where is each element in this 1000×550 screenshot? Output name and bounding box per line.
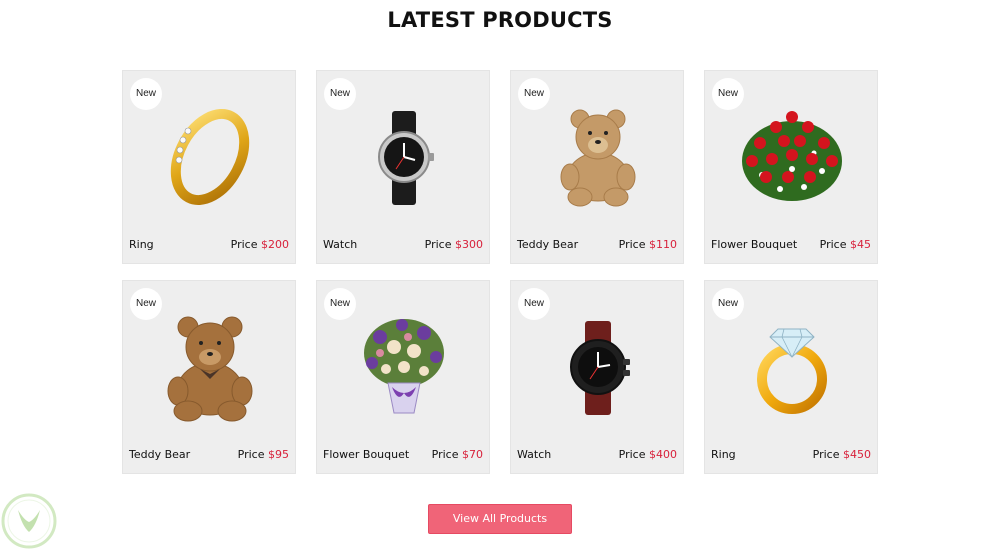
price-label: Price — [812, 448, 840, 461]
price-amount: $70 — [462, 448, 483, 461]
price-label: Price — [424, 238, 452, 251]
teddy-bear-icon[interactable] — [538, 97, 658, 217]
diamond-ring-icon[interactable] — [732, 307, 852, 427]
price-label: Price — [618, 238, 646, 251]
product-card[interactable]: New Teddy Bear Price $95 — [122, 280, 296, 474]
product-name[interactable]: Flower Bouquet — [323, 448, 409, 461]
product-name[interactable]: Watch — [517, 448, 551, 461]
product-price: Price $45 — [820, 238, 871, 251]
price-amount: $95 — [268, 448, 289, 461]
price-amount: $45 — [850, 238, 871, 251]
product-card[interactable]: New Flower Bouquet Price $70 — [316, 280, 490, 474]
price-amount: $400 — [649, 448, 677, 461]
price-label: Price — [237, 448, 265, 461]
view-all-products-button[interactable]: View All Products — [428, 504, 572, 534]
product-card[interactable]: New Watch Price $400 — [510, 280, 684, 474]
product-price: Price $95 — [238, 448, 289, 461]
flower-vase-icon[interactable] — [344, 307, 464, 427]
watch-icon[interactable] — [538, 307, 658, 427]
price-label: Price — [431, 448, 459, 461]
price-amount: $450 — [843, 448, 871, 461]
product-card[interactable]: New Flower Bouquet Price $45 — [704, 70, 878, 264]
product-card[interactable]: New Teddy Bear Price $110 — [510, 70, 684, 264]
watch-icon[interactable] — [344, 97, 464, 217]
product-card[interactable]: New Ring Price $200 — [122, 70, 296, 264]
product-name[interactable]: Ring — [711, 448, 736, 461]
price-label: Price — [618, 448, 646, 461]
price-amount: $200 — [261, 238, 289, 251]
price-amount: $300 — [455, 238, 483, 251]
price-amount: $110 — [649, 238, 677, 251]
product-name[interactable]: Teddy Bear — [517, 238, 578, 251]
price-label: Price — [230, 238, 258, 251]
section-title: LATEST PRODUCTS — [387, 8, 613, 32]
price-label: Price — [819, 238, 847, 251]
product-name[interactable]: Teddy Bear — [129, 448, 190, 461]
product-name[interactable]: Ring — [129, 238, 154, 251]
product-price: Price $400 — [619, 448, 677, 461]
teddy-bear-icon[interactable] — [150, 307, 270, 427]
product-price: Price $70 — [432, 448, 483, 461]
product-price: Price $200 — [231, 238, 289, 251]
product-price: Price $450 — [813, 448, 871, 461]
logo-watermark — [0, 492, 58, 550]
gold-ring-icon[interactable] — [150, 97, 270, 217]
product-price: Price $110 — [619, 238, 677, 251]
product-card[interactable]: New Ring Price $450 — [704, 280, 878, 474]
product-card[interactable]: New Watch Price $300 — [316, 70, 490, 264]
rose-bouquet-icon[interactable] — [732, 97, 852, 217]
product-name[interactable]: Watch — [323, 238, 357, 251]
product-price: Price $300 — [425, 238, 483, 251]
product-name[interactable]: Flower Bouquet — [711, 238, 797, 251]
